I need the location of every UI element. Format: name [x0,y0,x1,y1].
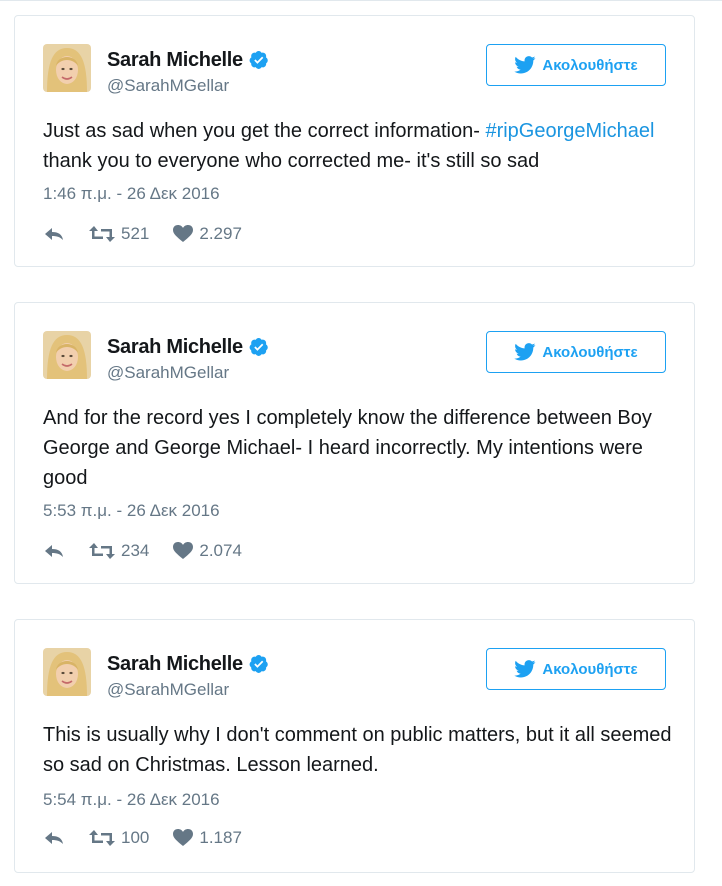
user-name-row: Sarah Michelle [107,652,269,676]
user-name-row: Sarah Michelle [107,335,269,359]
like-button[interactable]: 2.297 [173,224,242,244]
tweet-actions: 100 1.187 [43,828,266,848]
hashtag-link[interactable]: #ripGeorgeMichael [485,120,654,142]
retweet-count: 100 [121,828,150,847]
reply-icon [45,228,63,240]
heart-icon [173,542,194,559]
tweet-actions: 521 2.297 [43,224,266,244]
reply-button[interactable] [43,225,65,243]
retweet-count: 234 [121,541,150,560]
tweet-text: And for the record yes I completely know… [43,407,652,489]
reply-icon [45,832,63,844]
twitter-bird-icon [514,56,536,74]
retweet-button[interactable]: 234 [89,541,149,561]
avatar[interactable] [43,648,91,696]
tweet-text: Just as sad when you get the correct inf… [43,116,673,176]
follow-button[interactable]: Ακολουθήστε [486,648,666,690]
follow-button-label: Ακολουθήστε [542,56,638,74]
like-button[interactable]: 2.074 [173,541,242,561]
reply-icon [45,545,63,557]
verified-badge-icon [249,338,268,356]
retweet-count: 521 [121,224,150,243]
retweet-icon [89,226,115,242]
display-name[interactable]: Sarah Michelle [107,653,243,676]
display-name[interactable]: Sarah Michelle [107,49,243,72]
tweet-text-part: thank you to everyone who corrected me- … [43,150,540,172]
user-handle[interactable]: @SarahMGellar [107,680,229,700]
retweet-button[interactable]: 100 [89,828,149,848]
reply-button[interactable] [43,829,65,847]
display-name[interactable]: Sarah Michelle [107,336,243,359]
tweet-actions: 234 2.074 [43,541,266,561]
follow-button-label: Ακολουθήστε [542,343,638,361]
tweet-timestamp[interactable]: 5:53 π.μ. - 26 Δεκ 2016 [43,501,220,521]
follow-button-label: Ακολουθήστε [542,660,638,678]
tweet-text-part: Just as sad when you get the correct inf… [43,120,486,142]
retweet-icon [89,543,115,559]
heart-icon [173,225,194,242]
retweet-button[interactable]: 521 [89,224,149,244]
user-handle[interactable]: @SarahMGellar [107,363,229,383]
top-divider [0,0,722,1]
avatar[interactable] [43,331,91,379]
tweet-card: Sarah Michelle @SarahMGellar Ακολουθήστε… [14,619,695,873]
like-count: 2.297 [199,224,242,243]
twitter-bird-icon [514,660,536,678]
user-handle[interactable]: @SarahMGellar [107,76,229,96]
twitter-bird-icon [514,343,536,361]
verified-badge-icon [249,51,268,69]
tweet-card: Sarah Michelle @SarahMGellar Ακολουθήστε… [14,302,695,584]
tweet-text: This is usually why I don't comment on p… [43,724,672,776]
tweet-timestamp[interactable]: 1:46 π.μ. - 26 Δεκ 2016 [43,184,220,204]
reply-button[interactable] [43,542,65,560]
follow-button[interactable]: Ακολουθήστε [486,44,666,86]
tweet-card: Sarah Michelle @SarahMGellar Ακολουθήστε… [14,15,695,267]
user-name-row: Sarah Michelle [107,48,269,72]
like-button[interactable]: 1.187 [173,828,242,848]
heart-icon [173,829,194,846]
avatar[interactable] [43,44,91,92]
verified-badge-icon [249,655,268,673]
like-count: 2.074 [199,541,242,560]
follow-button[interactable]: Ακολουθήστε [486,331,666,373]
tweet-timestamp[interactable]: 5:54 π.μ. - 26 Δεκ 2016 [43,790,220,810]
like-count: 1.187 [199,828,242,847]
retweet-icon [89,830,115,846]
